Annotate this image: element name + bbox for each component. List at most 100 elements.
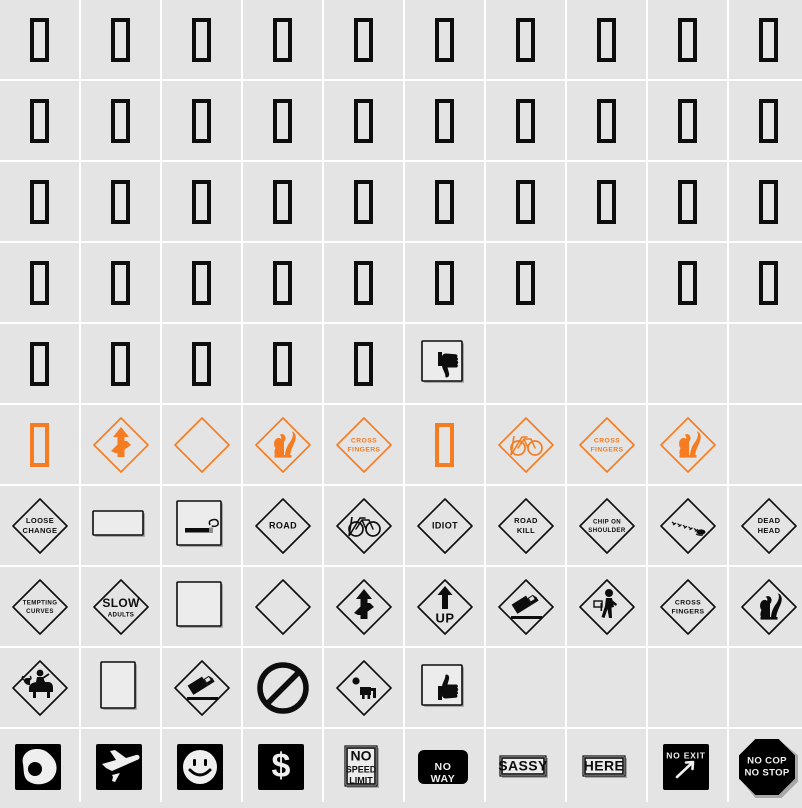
glyph-cell-missing-glyph[interactable] — [162, 324, 241, 403]
glyph-cell-missing-glyph[interactable] — [486, 81, 565, 160]
glyph-cell-crawling-figure-sign[interactable] — [324, 648, 403, 727]
glyph-cell-missing-glyph[interactable] — [567, 0, 646, 79]
glyph-cell-thumbs-up-plate[interactable] — [405, 648, 484, 727]
glyph-cell-bull-rider-sign[interactable] — [0, 648, 79, 727]
glyph-cell-missing-glyph[interactable] — [162, 81, 241, 160]
glyph-cell-tipping-truck-sign[interactable] — [486, 567, 565, 646]
glyph-cell-no-bicycle-sign[interactable] — [486, 405, 565, 484]
glyph-cell-missing-glyph[interactable] — [0, 0, 79, 79]
glyph-cell-missing-glyph[interactable] — [405, 243, 484, 322]
glyph-cell-missing-glyph[interactable] — [405, 81, 484, 160]
glyph-cell-blank-square-plate[interactable] — [162, 567, 241, 646]
skid-marks-sign-icon — [654, 492, 722, 560]
glyph-cell-road-sign[interactable]: ROAD — [243, 486, 322, 565]
glyph-cell-missing-glyph[interactable] — [81, 0, 160, 79]
glyph-cell-chip-on-shoulder-sign[interactable]: CHIP ONSHOULDER — [567, 486, 646, 565]
glyph-cell-missing-glyph[interactable] — [567, 162, 646, 241]
glyph-cell-missing-glyph[interactable] — [729, 243, 802, 322]
glyph-cell-tempting-curves-sign[interactable]: TEMPTINGCURVES — [0, 567, 79, 646]
glyph-cell-missing-glyph[interactable] — [324, 0, 403, 79]
glyph-cell-no-cop-no-stop-sign[interactable]: NO COPNO STOP — [729, 729, 802, 808]
glyph-cell-missing-glyph[interactable] — [0, 162, 79, 241]
glyph-cell-sassy-sign[interactable]: SASSY — [486, 729, 565, 808]
glyph-cell-missing-glyph[interactable] — [0, 81, 79, 160]
glyph-cell-cross-fingers-sign[interactable]: CROSSFINGERS — [567, 405, 646, 484]
glyph-cell-blank-diamond-sign[interactable] — [162, 405, 241, 484]
glyph-cell-missing-glyph[interactable] — [405, 0, 484, 79]
svg-text:HERE: HERE — [583, 757, 624, 773]
glyph-cell-cigarette-plate[interactable] — [162, 486, 241, 565]
missing-glyph-box — [678, 261, 697, 305]
glyph-cell-missing-glyph[interactable] — [405, 162, 484, 241]
glyph-cell-no-way-sign[interactable]: NOWAY — [405, 729, 484, 808]
glyph-cell-missing-glyph[interactable] — [81, 81, 160, 160]
glyph-cell-here-sign[interactable]: HERE — [567, 729, 646, 808]
glyph-cell-up-arrow-sign[interactable]: UP — [405, 567, 484, 646]
glyph-cell-missing-glyph[interactable] — [243, 243, 322, 322]
glyph-cell-no-exit-arrow-sign[interactable]: NO EXIT — [648, 729, 727, 808]
glyph-cell-missing-glyph[interactable] — [324, 162, 403, 241]
svg-text:CHANGE: CHANGE — [22, 525, 57, 534]
missing-glyph-icon — [435, 99, 454, 143]
glyph-cell-dead-head-sign[interactable]: DEADHEAD — [729, 486, 802, 565]
glyph-cell-no-bicycle-sign[interactable] — [324, 486, 403, 565]
glyph-cell-skid-marks-sign[interactable] — [648, 486, 727, 565]
glyph-cell-missing-glyph[interactable] — [648, 0, 727, 79]
glyph-cell-missing-glyph[interactable] — [162, 162, 241, 241]
glyph-cell-missing-glyph[interactable] — [243, 0, 322, 79]
glyph-cell-missing-glyph[interactable] — [729, 0, 802, 79]
glyph-cell-missing-glyph[interactable] — [567, 81, 646, 160]
glyph-cell-winding-road-arrow-sign[interactable] — [324, 567, 403, 646]
glyph-cell-missing-glyph[interactable] — [324, 81, 403, 160]
glyph-cell-missing-glyph[interactable] — [0, 243, 79, 322]
glyph-cell-missing-glyph[interactable] — [729, 162, 802, 241]
glyph-cell-missing-glyph[interactable] — [729, 81, 802, 160]
glyph-cell-idiot-sign[interactable]: IDIOT — [405, 486, 484, 565]
glyph-cell-loose-change-sign[interactable]: LOOSECHANGE — [0, 486, 79, 565]
svg-text:NO: NO — [434, 760, 451, 772]
glyph-cell-missing-glyph[interactable] — [243, 81, 322, 160]
glyph-cell-missing-glyph[interactable] — [162, 0, 241, 79]
glyph-cell-missing-glyph[interactable] — [648, 243, 727, 322]
glyph-cell-missing-glyph-orange[interactable] — [405, 405, 484, 484]
missing-glyph-icon — [435, 180, 454, 224]
glyph-cell-cross-fingers-sign[interactable]: CROSSFINGERS — [324, 405, 403, 484]
glyph-cell-squirrel-crossing-sign[interactable] — [243, 405, 322, 484]
missing-glyph-icon — [111, 180, 130, 224]
glyph-cell-missing-glyph[interactable] — [324, 324, 403, 403]
svg-text:TEMPTING: TEMPTING — [22, 599, 57, 606]
glyph-cell-missing-glyph[interactable] — [648, 162, 727, 241]
glyph-cell-winding-road-arrow-sign[interactable] — [81, 405, 160, 484]
svg-text:NO EXIT: NO EXIT — [666, 750, 706, 760]
glyph-cell-missing-glyph[interactable] — [486, 162, 565, 241]
glyph-cell-missing-glyph[interactable] — [648, 81, 727, 160]
glyph-cell-dollar-sign-plate[interactable]: $ — [243, 729, 322, 808]
glyph-cell-missing-glyph[interactable] — [486, 243, 565, 322]
glyph-cell-missing-glyph[interactable] — [243, 162, 322, 241]
glyph-cell-no-speed-limit-sign[interactable]: NOSPEEDLIMIT — [324, 729, 403, 808]
glyph-cell-blank-wide-plate[interactable] — [81, 486, 160, 565]
glyph-cell-blank-tall-plate[interactable] — [81, 648, 160, 727]
glyph-cell-missing-glyph[interactable] — [486, 0, 565, 79]
glyph-cell-missing-glyph[interactable] — [81, 324, 160, 403]
glyph-cell-cross-fingers-sign[interactable]: CROSSFINGERS — [648, 567, 727, 646]
glyph-cell-thumbs-down-plate[interactable] — [405, 324, 484, 403]
glyph-cell-smiley-face-plate[interactable] — [162, 729, 241, 808]
glyph-cell-missing-glyph[interactable] — [243, 324, 322, 403]
glyph-cell-squirrel-crossing-sign[interactable] — [729, 567, 802, 646]
glyph-cell-road-kill-sign[interactable]: ROADKILL — [486, 486, 565, 565]
glyph-cell-tipping-truck-sign[interactable] — [162, 648, 241, 727]
glyph-cell-missing-glyph[interactable] — [81, 243, 160, 322]
glyph-cell-blank-diamond-sign[interactable] — [243, 567, 322, 646]
glyph-cell-pedestrian-crossing-sign[interactable] — [567, 567, 646, 646]
glyph-cell-prohibition-sign[interactable] — [243, 648, 322, 727]
glyph-cell-missing-glyph[interactable] — [0, 324, 79, 403]
glyph-cell-missing-glyph[interactable] — [81, 162, 160, 241]
glyph-cell-airplane-plate[interactable] — [81, 729, 160, 808]
glyph-cell-squirrel-crossing-sign[interactable] — [648, 405, 727, 484]
glyph-cell-missing-glyph[interactable] — [324, 243, 403, 322]
glyph-cell-missing-glyph[interactable] — [162, 243, 241, 322]
glyph-cell-slow-adults-sign[interactable]: SLOWADULTS — [81, 567, 160, 646]
glyph-cell-fried-egg-plate[interactable] — [0, 729, 79, 808]
glyph-cell-missing-glyph-orange[interactable] — [0, 405, 79, 484]
